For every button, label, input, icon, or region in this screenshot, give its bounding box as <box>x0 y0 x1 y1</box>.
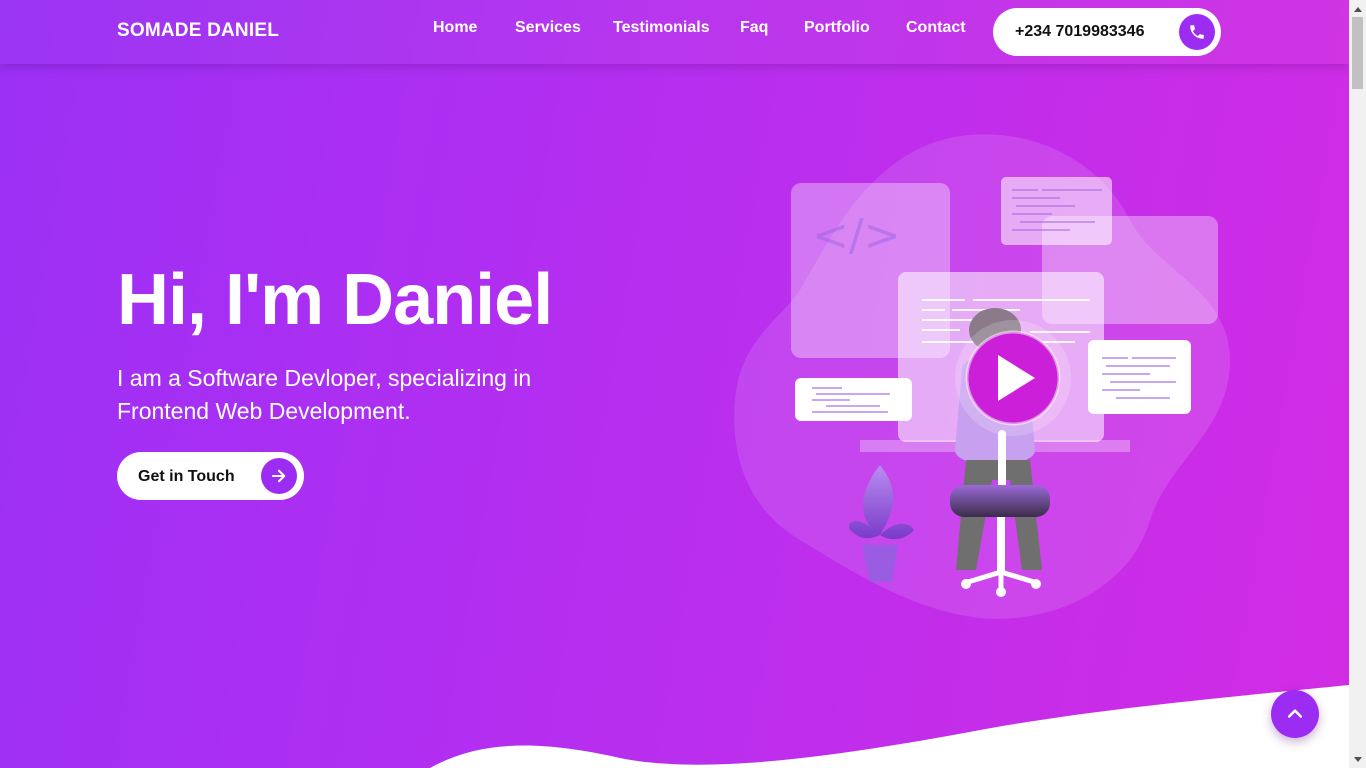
phone-icon[interactable] <box>1179 14 1215 50</box>
nav-contact[interactable]: Contact <box>906 19 966 37</box>
navbar: SOMADE DANIEL Home Services Testimonials… <box>0 0 1349 64</box>
get-in-touch-button[interactable]: Get in Touch <box>117 452 304 500</box>
phone-contact[interactable]: +234 7019983346 <box>993 8 1221 56</box>
nav-services[interactable]: Services <box>515 19 581 37</box>
scrollbar[interactable] <box>1349 0 1366 768</box>
chair-stem <box>997 517 1005 572</box>
get-in-touch-label: Get in Touch <box>138 468 235 485</box>
chevron-up-icon <box>1287 709 1303 718</box>
phone-number[interactable]: +234 7019983346 <box>1015 23 1144 41</box>
back-to-top-button[interactable] <box>1271 690 1319 738</box>
developer-illustration: </> <box>734 134 1230 619</box>
page: SOMADE DANIEL Home Services Testimonials… <box>0 0 1349 768</box>
nav-testimonials[interactable]: Testimonials <box>613 19 710 37</box>
window-top-right <box>1001 177 1112 245</box>
scrollbar-thumb[interactable] <box>1352 17 1363 89</box>
nav-home[interactable]: Home <box>433 19 477 37</box>
scroll-down-arrow-icon[interactable] <box>1349 751 1366 768</box>
code-window-right <box>1088 340 1191 414</box>
code-symbol: </> <box>812 210 901 261</box>
bottom-wave <box>430 685 1349 768</box>
chair-seat <box>950 485 1050 517</box>
hero-title: Hi, I'm Daniel <box>117 260 553 340</box>
nav-portfolio[interactable]: Portfolio <box>804 19 870 37</box>
brand-logo[interactable]: SOMADE DANIEL <box>117 20 279 42</box>
hero-subtitle: I am a Software Devloper, specializing i… <box>117 365 532 424</box>
arrow-right-icon <box>261 458 297 494</box>
scroll-up-arrow-icon[interactable] <box>1349 0 1366 17</box>
nav-faq[interactable]: Faq <box>740 19 768 37</box>
chair-back <box>998 430 1006 490</box>
